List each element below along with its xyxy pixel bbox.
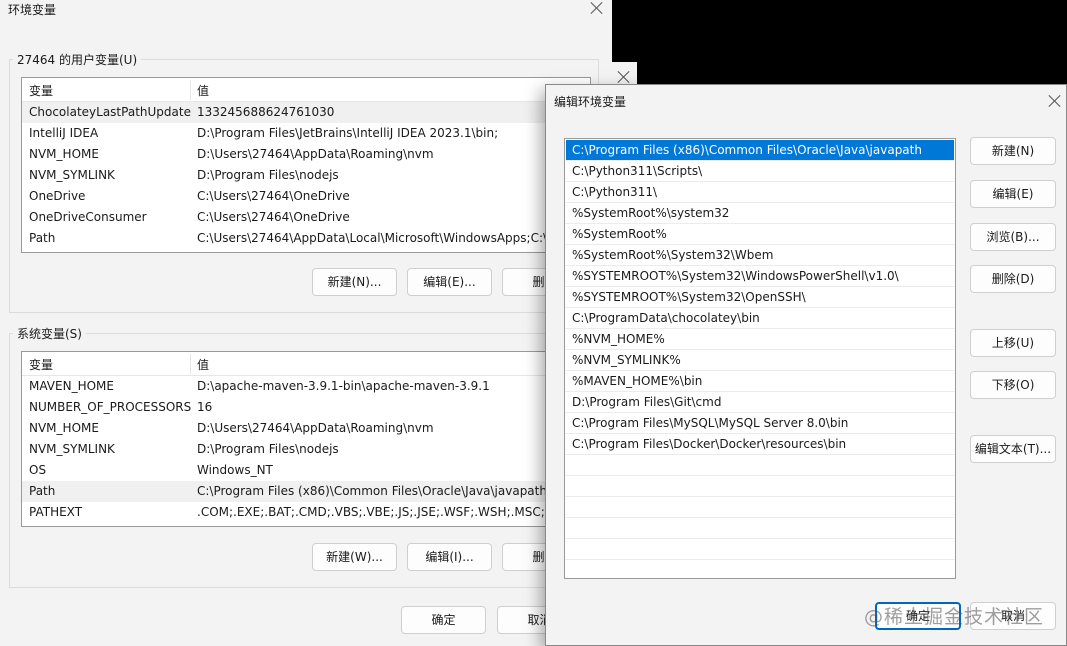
list-item[interactable]: %SYSTEMROOT%\System32\OpenSSH\ bbox=[565, 287, 955, 308]
table-row[interactable]: Path C:\Users\27464\AppData\Local\Microso… bbox=[22, 228, 590, 249]
table-row[interactable]: OneDrive C:\Users\27464\OneDrive bbox=[22, 186, 590, 207]
edit-button[interactable]: 编辑(E) bbox=[970, 180, 1056, 208]
watermark: @稀土掘金技术社区 bbox=[863, 606, 1044, 628]
variable-value: D:\Users\27464\AppData\Roaming\nvm bbox=[197, 421, 434, 435]
move-down-button[interactable]: 下移(O) bbox=[970, 371, 1056, 399]
variable-name: Path bbox=[29, 484, 56, 498]
empty-list-slot[interactable] bbox=[565, 518, 955, 539]
column-header-variable[interactable]: 变量 bbox=[29, 82, 53, 99]
table-row[interactable]: NVM_SYMLINK D:\Program Files\nodejs bbox=[22, 165, 590, 186]
new-button[interactable]: 新建(N) bbox=[970, 137, 1056, 165]
empty-list-slot[interactable] bbox=[565, 476, 955, 497]
delete-button[interactable]: 删除(D) bbox=[970, 265, 1056, 293]
variable-name: ChocolateyLastPathUpdate bbox=[29, 105, 191, 119]
variable-name: IntelliJ IDEA bbox=[29, 126, 99, 140]
list-item[interactable]: %MAVEN_HOME%\bin bbox=[565, 371, 955, 392]
list-item[interactable]: D:\Program Files\Git\cmd bbox=[565, 392, 955, 413]
list-item[interactable]: C:\Program Files\Docker\Docker\resources… bbox=[565, 434, 955, 455]
variable-value: 133245688624761030 bbox=[197, 105, 335, 119]
user-new-button[interactable]: 新建(N)... bbox=[312, 268, 397, 296]
list-item[interactable]: C:\ProgramData\chocolatey\bin bbox=[565, 308, 955, 329]
variable-name: NVM_SYMLINK bbox=[29, 442, 115, 456]
empty-list-slot[interactable] bbox=[565, 455, 955, 476]
list-item[interactable]: C:\Python311\Scripts\ bbox=[565, 161, 955, 182]
system-edit-button[interactable]: 编辑(I)... bbox=[407, 543, 492, 571]
variable-value: C:\Users\27464\AppData\Local\Microsoft\W… bbox=[197, 231, 548, 245]
variable-name: NUMBER_OF_PROCESSORS bbox=[29, 400, 192, 414]
variable-value: C:\Program Files (x86)\Common Files\Orac… bbox=[197, 484, 560, 498]
table-row[interactable]: ChocolateyLastPathUpdate 1332456886247610… bbox=[22, 102, 590, 123]
list-header: 变量 值 bbox=[22, 352, 590, 376]
empty-list-slot[interactable] bbox=[565, 497, 955, 518]
table-row[interactable]: OS Windows_NT bbox=[22, 460, 590, 481]
variable-value: C:\Users\27464\OneDrive bbox=[197, 210, 350, 224]
list-item[interactable]: %SystemRoot% bbox=[565, 224, 955, 245]
edit-text-button[interactable]: 编辑文本(T)... bbox=[970, 435, 1056, 463]
table-row[interactable]: NVM_HOME D:\Users\27464\AppData\Roaming\n… bbox=[22, 144, 590, 165]
column-header-value[interactable]: 值 bbox=[197, 82, 209, 99]
variable-value: .COM;.EXE;.BAT;.CMD;.VBS;.VBE;.JS;.JSE;.… bbox=[197, 505, 567, 519]
system-variables-label: 系统变量(S) bbox=[13, 325, 86, 342]
variable-value: D:\Program Files\JetBrains\IntelliJ IDEA… bbox=[197, 126, 499, 140]
variable-name: NVM_HOME bbox=[29, 421, 99, 435]
variable-value: D:\Program Files\nodejs bbox=[197, 168, 339, 182]
list-item[interactable]: %NVM_HOME% bbox=[565, 329, 955, 350]
dialog-title: 编辑环境变量 bbox=[554, 95, 627, 109]
dialog-title: 环境变量 bbox=[8, 3, 57, 17]
column-header-variable[interactable]: 变量 bbox=[29, 356, 53, 373]
variable-value: 16 bbox=[197, 400, 213, 414]
user-edit-button[interactable]: 编辑(E)... bbox=[407, 268, 492, 296]
table-row[interactable]: OneDriveConsumer C:\Users\27464\OneDrive bbox=[22, 207, 590, 228]
table-row[interactable]: NVM_HOME D:\Users\27464\AppData\Roaming\n… bbox=[22, 418, 590, 439]
empty-list-slot[interactable] bbox=[565, 539, 955, 560]
variable-name: OneDrive bbox=[29, 189, 86, 203]
list-header: 变量 值 bbox=[22, 78, 590, 102]
close-icon[interactable] bbox=[617, 70, 631, 84]
move-up-button[interactable]: 上移(U) bbox=[970, 329, 1056, 357]
environment-variables-dialog: 环境变量 27464 的用户变量(U) 变量 值 ChocolateyLastP… bbox=[0, 0, 612, 646]
list-item[interactable]: C:\Python311\ bbox=[565, 182, 955, 203]
variable-name: PATHEXT bbox=[29, 505, 83, 519]
list-item[interactable]: %SystemRoot%\system32 bbox=[565, 203, 955, 224]
list-item[interactable]: C:\Program Files\MySQL\MySQL Server 8.0\… bbox=[565, 413, 955, 434]
variable-value: Windows_NT bbox=[197, 463, 273, 477]
variable-name: MAVEN_HOME bbox=[29, 379, 114, 393]
browse-button[interactable]: 浏览(B)... bbox=[970, 223, 1056, 251]
table-row[interactable]: NUMBER_OF_PROCESSORS 16 bbox=[22, 397, 590, 418]
table-row[interactable]: MAVEN_HOME D:\apache-maven-3.9.1-bin\apac… bbox=[22, 376, 590, 397]
list-item[interactable]: %NVM_SYMLINK% bbox=[565, 350, 955, 371]
system-variables-list[interactable]: 变量 值 MAVEN_HOME D:\apache-maven-3.9.1-bin… bbox=[21, 351, 591, 527]
variable-name: Path bbox=[29, 231, 56, 245]
system-new-button[interactable]: 新建(W)... bbox=[312, 543, 397, 571]
variable-name: OS bbox=[29, 463, 47, 477]
ok-button[interactable]: 确定 bbox=[401, 606, 486, 634]
table-row[interactable]: IntelliJ IDEA D:\Program Files\JetBrains\… bbox=[22, 123, 590, 144]
table-row[interactable]: NVM_SYMLINK D:\Program Files\nodejs bbox=[22, 439, 590, 460]
list-item[interactable]: %SYSTEMROOT%\System32\WindowsPowerShell\… bbox=[565, 266, 955, 287]
table-row[interactable]: PATHEXT .COM;.EXE;.BAT;.CMD;.VBS;.VBE;.JS… bbox=[22, 502, 590, 523]
user-variables-list[interactable]: 变量 值 ChocolateyLastPathUpdate 13324568862… bbox=[21, 77, 591, 253]
variable-value: D:\apache-maven-3.9.1-bin\apache-maven-3… bbox=[197, 379, 490, 393]
variable-value: D:\Users\27464\AppData\Roaming\nvm bbox=[197, 147, 434, 161]
path-list[interactable]: C:\Program Files (x86)\Common Files\Orac… bbox=[564, 138, 956, 579]
table-row[interactable]: Path C:\Program Files (x86)\Common Files\… bbox=[22, 481, 590, 502]
user-variables-label: 27464 的用户变量(U) bbox=[13, 51, 142, 68]
close-icon[interactable] bbox=[1048, 94, 1062, 108]
variable-value: C:\Users\27464\OneDrive bbox=[197, 189, 350, 203]
variable-name: NVM_SYMLINK bbox=[29, 168, 115, 182]
column-header-value[interactable]: 值 bbox=[197, 356, 209, 373]
list-item[interactable]: C:\Program Files (x86)\Common Files\Orac… bbox=[566, 140, 954, 161]
variable-value: D:\Program Files\nodejs bbox=[197, 442, 339, 456]
variable-name: NVM_HOME bbox=[29, 147, 99, 161]
edit-environment-variable-dialog: 编辑环境变量 C:\Program Files (x86)\Common Fil… bbox=[545, 84, 1067, 646]
list-item[interactable]: %SystemRoot%\System32\Wbem bbox=[565, 245, 955, 266]
close-icon[interactable] bbox=[590, 1, 604, 15]
variable-name: OneDriveConsumer bbox=[29, 210, 147, 224]
